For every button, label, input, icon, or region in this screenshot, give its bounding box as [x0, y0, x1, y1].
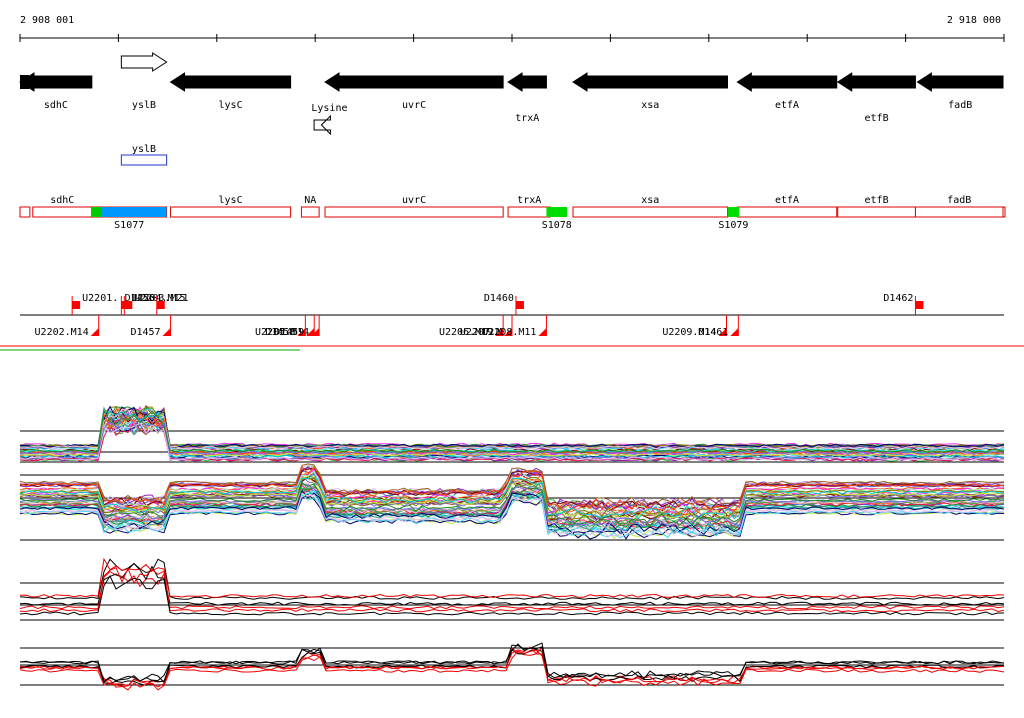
- feature-track[interactable]: U2201. U2204.M15U2203.M21D1456 D1462D1460U…: [0, 293, 1024, 351]
- highlight-label: S1078: [542, 220, 572, 231]
- highlight-label: S1079: [718, 220, 748, 231]
- feature-label: U2202.M14: [35, 327, 89, 338]
- segment-label: etfA: [775, 195, 799, 206]
- segment-box[interactable]: [300, 206, 320, 218]
- segment-label: etfB: [865, 195, 889, 206]
- highlight-region[interactable]: [727, 207, 740, 217]
- segment-box[interactable]: [914, 206, 1004, 218]
- annotation-box-track[interactable]: yslB: [120, 144, 168, 166]
- feature-label: D1460: [484, 293, 514, 304]
- feature-label: U2201.: [82, 293, 118, 304]
- coordinate-end: 2 918 000: [947, 15, 1001, 26]
- segment-box[interactable]: [572, 206, 728, 218]
- feature-label: U2208.M11: [482, 327, 536, 338]
- feature-label: D1461: [698, 327, 728, 338]
- highlight-region[interactable]: [546, 207, 568, 217]
- gene-arrow-etfA[interactable]: [736, 72, 838, 92]
- annotation-box-label: yslB: [132, 144, 156, 155]
- feature-marker[interactable]: [72, 301, 81, 309]
- gene-arrow-xsa[interactable]: [572, 72, 728, 92]
- gene-label-etfB: etfB: [865, 113, 889, 124]
- feature-marker[interactable]: [730, 328, 739, 336]
- highlight-region[interactable]: [91, 207, 167, 217]
- gene-label-etfA: etfA: [775, 100, 799, 111]
- feature-marker[interactable]: [538, 328, 547, 336]
- segment-box[interactable]: [324, 206, 504, 218]
- feature-label: D1459: [274, 327, 304, 338]
- gene-label-sdhC: sdhC: [44, 100, 68, 111]
- feature-marker[interactable]: [515, 301, 524, 309]
- segment-label: uvrC: [402, 195, 426, 206]
- riboswitch-arrow[interactable]: [313, 114, 331, 136]
- feature-label: D1457: [130, 327, 160, 338]
- segment-label: xsa: [641, 195, 659, 206]
- gene-label-lysC: lysC: [219, 100, 243, 111]
- highlight-region[interactable]: [91, 207, 102, 217]
- feature-marker[interactable]: [162, 328, 171, 336]
- gene-label-trxA: trxA: [515, 113, 539, 124]
- gene-arrow-uvrC[interactable]: [324, 72, 504, 92]
- segment-track[interactable]: sdhC lysC NA uvrC trxA xsa etfA etfB fadB S1077 S1…: [19, 195, 1006, 231]
- genome-browser-view: 2 908 001 2 918 000 sdhC yslB lysC uvrC trxA…: [0, 0, 1024, 714]
- gene-track[interactable]: sdhC yslB lysC uvrC trxA xsa etfA etfB fadB: [19, 52, 1004, 124]
- segment-label: NA: [304, 195, 316, 206]
- gene-label-yslB: yslB: [132, 100, 156, 111]
- segment-label: fadB: [947, 195, 971, 206]
- gene-fragment-left: [20, 75, 29, 89]
- segment-label: sdhC: [50, 195, 74, 206]
- segment-box[interactable]: [837, 206, 916, 218]
- feature-label: D1462: [883, 293, 913, 304]
- riboswitch-track[interactable]: Lysine: [311, 103, 347, 136]
- segment-box[interactable]: [19, 206, 31, 218]
- segment-box[interactable]: [1002, 206, 1006, 218]
- gene-label-uvrC: uvrC: [402, 100, 426, 111]
- gene-label-xsa: xsa: [641, 100, 659, 111]
- feature-marker[interactable]: [915, 301, 924, 309]
- segment-box[interactable]: [736, 206, 838, 218]
- genome-browser-canvas: 2 908 001 2 918 000 sdhC yslB lysC uvrC trxA…: [0, 15, 1024, 691]
- expression-profile-line: [19, 567, 1005, 610]
- feature-marker[interactable]: [90, 328, 99, 336]
- segment-label: lysC: [219, 195, 243, 206]
- gene-label-fadB: fadB: [948, 100, 972, 111]
- gene-arrow-yslB[interactable]: [120, 52, 168, 72]
- feature-marker[interactable]: [156, 301, 165, 309]
- gene-arrow-fadB[interactable]: [916, 72, 1004, 92]
- gene-arrow-sdhC[interactable]: [19, 72, 93, 92]
- annotation-box[interactable]: [120, 154, 168, 166]
- segment-box[interactable]: [170, 206, 292, 218]
- coordinate-start: 2 908 001: [20, 15, 74, 26]
- coordinate-ruler: [19, 34, 1005, 42]
- gene-arrow-lysC[interactable]: [169, 72, 292, 92]
- highlight-label: S1077: [114, 220, 144, 231]
- expression-profiles: [19, 405, 1005, 691]
- gene-arrow-trxA[interactable]: [507, 72, 547, 92]
- gene-arrow-etfB[interactable]: [836, 72, 916, 92]
- feature-label: D1456: [125, 293, 155, 304]
- segment-label: trxA: [517, 195, 541, 206]
- segment-box[interactable]: [32, 206, 93, 218]
- riboswitch-label: Lysine: [311, 103, 347, 114]
- segment-box[interactable]: [507, 206, 551, 218]
